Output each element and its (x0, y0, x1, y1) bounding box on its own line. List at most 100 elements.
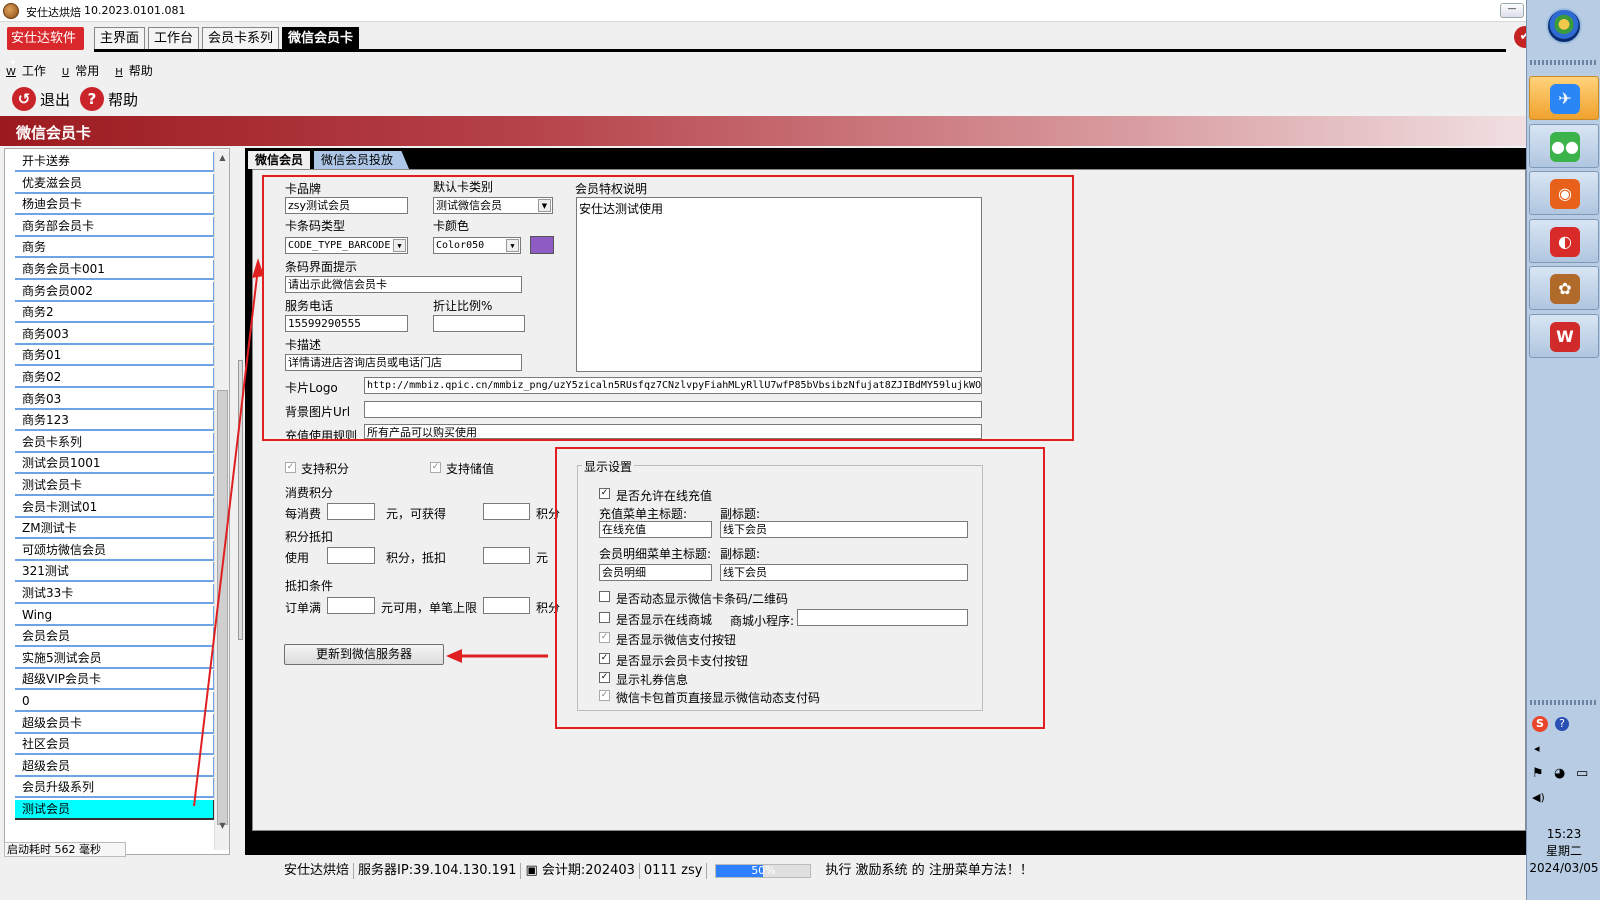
taskbar-app-feishu[interactable]: ✈ (1529, 76, 1599, 120)
list-item[interactable]: 商务123 (15, 411, 215, 432)
card-pay-checkbox[interactable]: ✓ (599, 653, 610, 664)
taskbar-clock[interactable]: 15:23 星期二 2024/03/05 (1528, 826, 1600, 877)
tab-card-series[interactable]: 会员卡系列 (202, 27, 280, 50)
list-item[interactable]: 会员升级系列 (15, 778, 215, 799)
desc-input[interactable]: 详情请进店咨询店员或电话门店 (285, 354, 522, 371)
detail-sub-title-input[interactable]: 线下会员 (720, 564, 968, 581)
list-item[interactable]: 杨迪会员卡 (15, 195, 215, 216)
list-item[interactable]: 商务 (15, 238, 215, 259)
taskbar-app-wechat[interactable]: ●● (1529, 123, 1599, 168)
volume-icon[interactable]: ◀) (1532, 791, 1545, 804)
taskbar-app-wps[interactable]: W (1529, 313, 1599, 358)
network-icon[interactable]: ▭ (1576, 766, 1588, 781)
list-item[interactable]: 社区会员 (15, 735, 215, 756)
list-item[interactable]: 商务01 (15, 346, 215, 367)
list-item[interactable]: 会员卡测试01 (15, 497, 215, 518)
barcode-type-select[interactable]: CODE_TYPE_BARCODE ▼ (285, 237, 408, 254)
privilege-textarea[interactable]: 安仕达测试使用 (576, 197, 982, 372)
bg-input[interactable] (364, 401, 982, 418)
order-full-input[interactable] (327, 597, 375, 614)
tab-wechat-member-delivery[interactable]: 微信会员投放 (314, 151, 410, 169)
use-points-input[interactable] (327, 547, 375, 564)
tray-expand-icon[interactable]: ◂ (1534, 742, 1540, 755)
recharge-sub-title-input[interactable]: 线下会员 (720, 521, 968, 538)
points-get-input[interactable] (483, 503, 530, 520)
brand-input[interactable]: zsy测试会员 (285, 197, 408, 214)
tab-workbench[interactable]: 工作台 (148, 27, 200, 50)
list-item[interactable]: 商务2 (15, 303, 215, 324)
list-item[interactable]: 商务02 (15, 368, 215, 388)
taskbar-app-browser[interactable]: ◐ (1529, 218, 1599, 263)
list-item[interactable]: 测试会员 (15, 800, 215, 820)
list-item[interactable]: 商务003 (15, 324, 215, 345)
list-scrollbar[interactable]: ▲ ▼ (214, 150, 229, 850)
deduct-yuan-input[interactable] (483, 547, 530, 564)
recharge-main-title-input[interactable]: 在线充值 (599, 521, 712, 538)
list-item[interactable]: 测试33卡 (15, 584, 215, 604)
list-item[interactable]: 优麦滋会员 (15, 173, 215, 194)
tab-wechat-member[interactable]: 微信会员 (248, 151, 311, 169)
per-spend-input[interactable] (327, 503, 375, 520)
start-button-icon[interactable] (1546, 8, 1582, 44)
detail-main-title-input[interactable]: 会员明细 (599, 564, 712, 581)
home-dynamic-pay-checkbox[interactable]: ✓ (599, 690, 610, 701)
color-swatch[interactable] (530, 236, 554, 254)
list-item[interactable]: 商务部会员卡 (15, 216, 215, 237)
minimize-button[interactable]: — (1500, 3, 1524, 18)
list-item[interactable]: 商务会员002 (15, 281, 215, 302)
taskbar-app-firefox[interactable]: ◉ (1529, 171, 1599, 215)
default-type-select[interactable]: 测试微信会员 ▼ (433, 197, 553, 214)
coupon-info-checkbox[interactable]: ✓ (599, 672, 610, 683)
qq-icon[interactable]: ◕ (1554, 766, 1565, 781)
menu-work[interactable]: W 工作 (6, 62, 46, 79)
panel-splitter[interactable] (238, 360, 243, 640)
exit-button[interactable]: ↺ 退出 (12, 86, 70, 112)
list-item[interactable]: 商务03 (15, 389, 215, 410)
support-stored-checkbox[interactable]: ✓ (430, 462, 441, 473)
taskbar-grip[interactable] (1530, 60, 1596, 65)
list-item[interactable]: 实施5测试会员 (15, 648, 215, 669)
update-wechat-server-button[interactable]: 更新到微信服务器 (284, 644, 444, 665)
list-item[interactable]: 商务会员卡001 (15, 260, 215, 280)
online-mall-checkbox[interactable] (599, 612, 610, 623)
color-select[interactable]: Color050 ▼ (433, 237, 521, 254)
list-item[interactable]: 321测试 (15, 562, 215, 583)
list-item[interactable]: 超级VIP会员卡 (15, 670, 215, 691)
barcode-tip-input[interactable]: 请出示此微信会员卡 (285, 276, 522, 293)
list-item[interactable]: 开卡送券 (15, 152, 215, 172)
menu-common[interactable]: U 常用 (62, 62, 99, 79)
list-item[interactable]: 可颂坊微信会员 (15, 540, 215, 561)
support-points-checkbox[interactable]: ✓ (285, 462, 296, 473)
single-limit-input[interactable] (483, 597, 530, 614)
discount-input[interactable] (433, 315, 525, 332)
tab-wechat-card[interactable]: 微信会员卡 (282, 27, 360, 50)
taskbar-grip-tray[interactable] (1530, 700, 1596, 705)
ime-icon[interactable]: S (1532, 716, 1548, 732)
scroll-up-icon[interactable]: ▲ (215, 150, 230, 166)
recharge-rule-input[interactable]: 所有产品可以购买使用 (364, 424, 982, 439)
help-button[interactable]: ? 帮助 (80, 86, 138, 112)
allow-recharge-checkbox[interactable]: ✓ (599, 488, 610, 499)
list-item[interactable]: 0 (15, 692, 215, 712)
phone-input[interactable]: 15599290555 (285, 315, 408, 332)
taskbar-app-bakery[interactable]: ✿ (1529, 266, 1599, 310)
menu-help[interactable]: H 帮助 (115, 62, 153, 79)
list-item[interactable]: 超级会员 (15, 756, 215, 777)
flag-icon[interactable]: ⚑ (1532, 766, 1544, 781)
list-item[interactable]: 超级会员卡 (15, 713, 215, 734)
dynamic-code-checkbox[interactable] (599, 591, 610, 602)
tray-help-icon[interactable]: ? (1555, 717, 1569, 731)
list-item[interactable]: 测试会员1001 (15, 454, 215, 475)
list-item[interactable]: 测试会员卡 (15, 476, 215, 496)
scroll-thumb[interactable] (217, 390, 228, 825)
list-item[interactable]: Wing (15, 605, 215, 626)
brand-menu-button[interactable]: 安仕达软件 ▾ (7, 27, 84, 67)
list-item[interactable]: ZM测试卡 (15, 519, 215, 540)
mall-miniprogram-input[interactable] (797, 609, 968, 626)
list-item[interactable]: 会员会员 (15, 627, 215, 648)
scroll-down-icon[interactable]: ▼ (215, 818, 230, 834)
list-item[interactable]: 会员卡系列 (15, 432, 215, 453)
logo-input[interactable]: http://mmbiz.qpic.cn/mmbiz_png/uzY5zical… (364, 377, 982, 394)
tab-main[interactable]: 主界面 (94, 27, 146, 50)
wechat-pay-checkbox[interactable]: ✓ (599, 632, 610, 643)
